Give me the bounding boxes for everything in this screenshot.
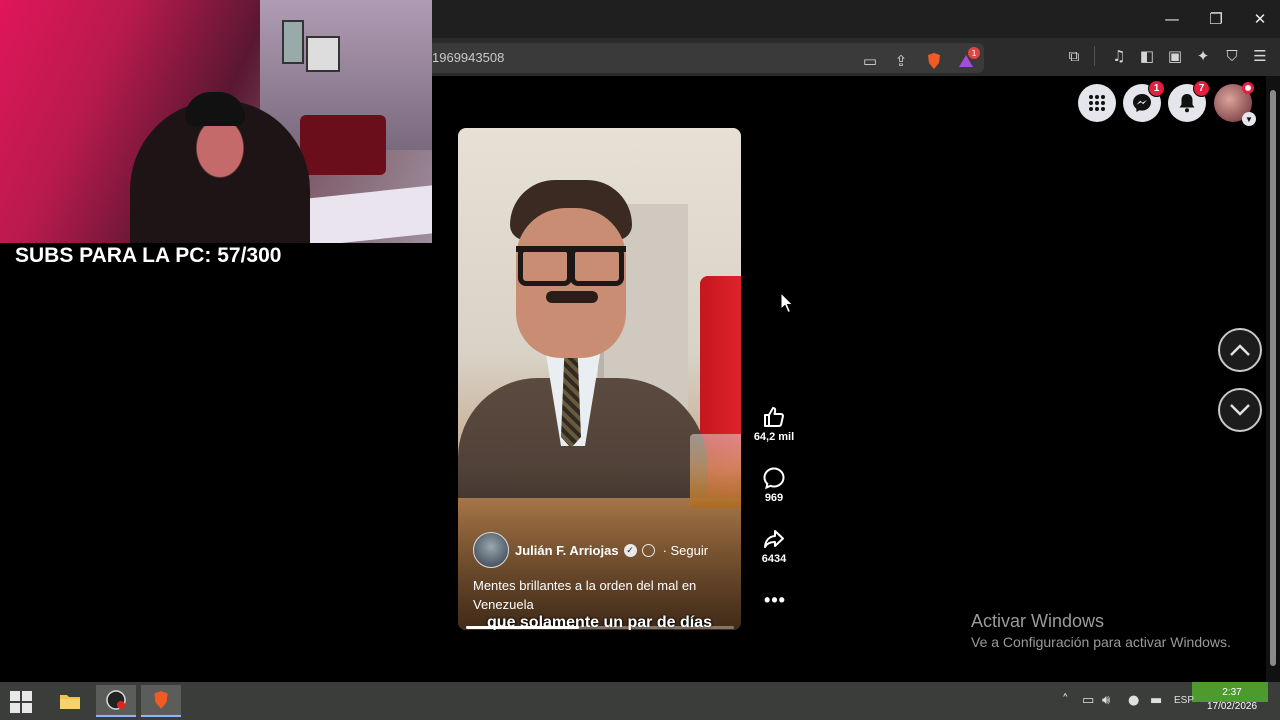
taskbar-tray: ˄ ▭ 🔊︎ ● ▬ ESP 2:37 17/02/2026 [0,682,1280,720]
close-button[interactable]: ✕ [1238,0,1280,38]
webcam-picture-frame [282,20,304,64]
notifications-badge: 7 [1193,80,1210,97]
status-dot [1242,82,1254,94]
share-count: 6434 [761,553,787,565]
video-person-moustache [546,291,598,303]
comment-button[interactable]: 969 [750,466,798,504]
leo-ai-icon[interactable]: ✦ [1191,44,1215,68]
grid-icon [1089,95,1105,111]
video-progress-fill [466,626,579,629]
address-bar[interactable]: 1969943508 ▭ ⇪ 1 [432,43,984,73]
author-name[interactable]: Julián F. Arriojas [515,543,619,558]
video-progress-bar[interactable] [466,626,734,629]
profile-avatar[interactable]: ▼ [1214,82,1256,126]
vpn-icon[interactable]: ⛉ [1220,44,1244,68]
like-button[interactable]: 64,2 mil [750,405,798,443]
video-person-glasses [516,246,626,286]
reel-author-row: Julián F. Arriojas ✓ · Seguir [473,532,708,568]
clock-date: 17/02/2026 [1206,701,1258,712]
more-options-icon[interactable]: ••• [764,590,786,610]
toolbar-divider [1094,46,1095,66]
screenshot-icon[interactable]: ⧉ [1062,44,1086,68]
thumbs-up-icon [764,407,784,427]
activate-windows-title: Activar Windows [971,611,1105,631]
previous-reel-button[interactable] [1218,328,1262,372]
media-icon[interactable]: ♫ [1107,44,1131,68]
rewards-badge: 1 [968,47,980,59]
webcam-overlay [0,0,432,243]
browser-titlebar: — ❐ ✕ [432,0,1280,38]
wallet-icon[interactable]: ▣ [1163,44,1187,68]
show-hidden-icons-icon[interactable]: ˄ [1062,693,1069,708]
comment-count: 969 [764,492,784,504]
browser-toolbar: 1969943508 ▭ ⇪ 1 ⧉ ♫ ◧ ▣ ✦ ⛉ ☰ [432,38,1280,76]
minimize-button[interactable]: — [1150,0,1194,38]
globe-icon [641,543,655,557]
share-arrow-icon [764,530,784,548]
author-avatar[interactable] [473,532,509,568]
next-reel-button[interactable] [1218,388,1262,432]
share-icon[interactable]: ⇪ [889,49,913,73]
brave-shields-icon[interactable] [922,49,946,73]
notifications-button[interactable]: 7 [1168,80,1210,122]
chevron-down-icon: ▼ [1242,112,1256,126]
url-text: 1969943508 [432,50,505,65]
clock[interactable]: 2:37 17/02/2026 [1196,686,1268,714]
activate-windows-subtitle: Ve a Configuración para activar Windows. [971,634,1231,650]
messenger-icon [1133,94,1151,112]
follow-button[interactable]: · Seguir [663,543,709,558]
brave-rewards-icon[interactable]: 1 [954,47,980,73]
bell-icon [1179,94,1195,113]
sidebar-icon[interactable]: ◧ [1135,44,1159,68]
chevron-up-icon [1230,344,1250,356]
microphone-icon[interactable]: ● [1128,693,1139,708]
like-count: 64,2 mil [753,431,795,443]
battery-icon[interactable]: ▬ [1150,693,1162,708]
webcam-streamer-hair [185,92,245,126]
webcam-picture-frame [306,36,340,72]
screen: — ❐ ✕ 1969943508 ▭ ⇪ 1 ⧉ ♫ ◧ ▣ ✦ ⛉ ☰ 1 7… [0,0,1280,720]
chevron-down-icon [1230,404,1250,416]
cast-icon[interactable]: ▭ [858,49,882,73]
clock-time: 2:37 [1222,687,1242,698]
volume-icon[interactable]: 🔊︎ [1102,693,1110,708]
network-icon[interactable]: ▭ [1082,693,1094,708]
scrollbar-thumb[interactable] [1270,90,1276,666]
share-button[interactable]: 6434 [750,527,798,565]
page-scrollbar[interactable] [1266,76,1280,682]
mouse-cursor-icon [780,292,794,314]
verified-icon: ✓ [623,543,637,557]
menu-grid-button[interactable] [1078,84,1116,122]
reel-description[interactable]: Mentes brillantes a la orden del mal en … [473,576,723,614]
webcam-chair [300,115,386,175]
subs-counter-text: SUBS PARA LA PC: 57/300 [15,244,282,267]
language-indicator[interactable]: ESP [1174,695,1194,706]
restore-button[interactable]: ❐ [1194,0,1238,38]
messenger-button[interactable]: 1 [1123,80,1165,122]
comment-icon [763,467,785,490]
messenger-badge: 1 [1148,80,1165,97]
menu-icon[interactable]: ☰ [1248,44,1272,68]
